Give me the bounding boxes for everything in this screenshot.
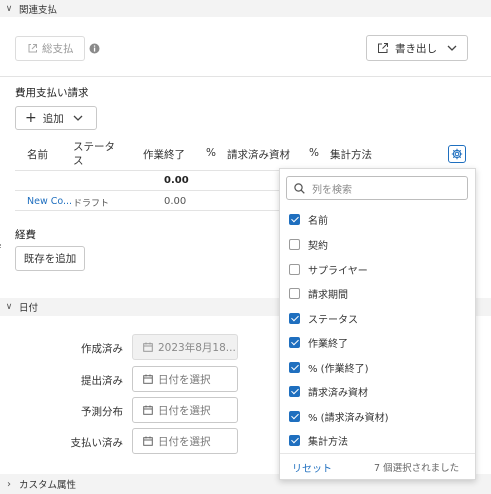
column-header-aggregation[interactable]: 集計方法 — [330, 147, 372, 162]
created-label: 作成済み — [81, 343, 123, 355]
column-option[interactable]: 契約 — [289, 237, 328, 252]
checkbox[interactable] — [289, 336, 300, 348]
column-option[interactable]: % (作業終了) — [289, 360, 368, 375]
checkbox[interactable] — [289, 410, 300, 422]
checkbox[interactable] — [289, 287, 300, 299]
expenses-title: 経費 — [15, 229, 36, 241]
export-button[interactable]: 書き出し — [366, 35, 468, 61]
plus-icon: + — [25, 110, 37, 126]
column-search-input[interactable]: 列を検索 — [286, 176, 468, 200]
forecast-label: 予測分布 — [81, 406, 123, 418]
date-placeholder: 日付を選択 — [158, 404, 211, 417]
column-header-work-done[interactable]: 作業終了 — [143, 147, 185, 162]
info-icon[interactable] — [89, 43, 100, 54]
open-in-new-icon — [27, 43, 38, 54]
submitted-date-field[interactable]: 日付を選択 — [132, 366, 238, 392]
column-option[interactable]: % (請求済み資材) — [289, 409, 388, 424]
table-row[interactable]: New Co... ドラフト 0.00 — [15, 191, 281, 210]
column-option[interactable]: 名前 — [289, 212, 328, 227]
checkbox[interactable] — [289, 434, 300, 446]
calendar-icon — [143, 405, 153, 415]
total-payments-label: 総支払 — [42, 43, 74, 55]
add-request-button[interactable]: + 追加 — [15, 106, 97, 130]
row-status: ドラフト — [73, 199, 110, 209]
add-label: 追加 — [42, 112, 64, 125]
checkbox[interactable] — [289, 312, 300, 324]
calendar-icon — [143, 342, 153, 352]
resize-handle[interactable] — [0, 244, 4, 248]
expense-requests-title: 費用支払い請求 — [15, 87, 89, 99]
divider — [0, 76, 491, 77]
calendar-icon — [143, 374, 153, 384]
created-date-field: 2023年8月18... — [132, 334, 238, 360]
date-placeholder: 日付を選択 — [158, 373, 211, 386]
paid-date-field[interactable]: 日付を選択 — [132, 428, 238, 454]
checkbox[interactable] — [289, 213, 300, 225]
search-placeholder: 列を検索 — [312, 184, 352, 196]
calendar-icon — [143, 436, 153, 446]
column-header-billed-materials[interactable]: 請求済み資材 — [227, 147, 290, 162]
column-option[interactable]: 請求期間 — [289, 286, 348, 301]
section-title: カスタム属性 — [19, 480, 77, 491]
column-option[interactable]: 集計方法 — [289, 433, 348, 448]
chevron-down-icon — [73, 112, 83, 125]
date-placeholder: 日付を選択 — [158, 435, 211, 448]
column-option[interactable]: ステータス — [289, 311, 358, 326]
section-title: 日付 — [19, 303, 39, 314]
submitted-label: 提出済み — [81, 375, 123, 387]
chevron-down-icon — [447, 42, 457, 55]
checkbox[interactable] — [289, 361, 300, 373]
forecast-date-field[interactable]: 日付を選択 — [132, 397, 238, 423]
reset-link[interactable]: リセット — [292, 460, 332, 475]
paid-label: 支払い済み — [70, 437, 124, 449]
table-divider — [15, 210, 281, 211]
column-header-status[interactable]: ステータス — [73, 140, 117, 168]
section-title: 関連支払 — [19, 4, 58, 16]
export-label: 書き出し — [395, 42, 437, 55]
gear-icon — [451, 148, 463, 160]
column-settings-button[interactable] — [448, 145, 466, 163]
total-payments-button[interactable]: 総支払 — [15, 36, 85, 61]
export-icon — [377, 42, 389, 54]
total-row: 0.00 — [15, 171, 281, 190]
column-option[interactable]: サプライヤー — [289, 262, 368, 277]
checkbox[interactable] — [289, 238, 300, 250]
chevron-right-icon: › — [7, 478, 11, 490]
chevron-down-icon: ∨ — [5, 302, 13, 312]
row-work-done: 0.00 — [164, 196, 187, 207]
selected-count: 7 個選択されました — [374, 463, 460, 474]
checkbox[interactable] — [289, 263, 300, 275]
total-work-done: 0.00 — [164, 175, 189, 186]
column-option[interactable]: 請求済み資材 — [289, 384, 368, 399]
checkbox[interactable] — [289, 385, 300, 397]
column-picker-footer-divider — [280, 453, 475, 454]
add-existing-button[interactable]: 既存を追加 — [15, 246, 85, 271]
column-header-percent-work[interactable]: % — [206, 147, 216, 159]
row-name-link[interactable]: New Co... — [27, 196, 72, 207]
section-header-related[interactable]: ∨ 関連支払 — [0, 0, 491, 17]
add-existing-label: 既存を追加 — [23, 253, 77, 265]
column-header-percent-billed[interactable]: % — [309, 147, 319, 159]
column-header-name[interactable]: 名前 — [27, 147, 48, 162]
column-picker-panel: 列を検索 名前 契約 サプライヤー 請求期間 ステータス 作業終了 % (作業終… — [279, 168, 476, 480]
search-icon — [294, 182, 305, 194]
created-date-value: 2023年8月18... — [158, 341, 236, 354]
chevron-down-icon: ∨ — [5, 3, 13, 14]
column-option[interactable]: 作業終了 — [289, 335, 348, 350]
